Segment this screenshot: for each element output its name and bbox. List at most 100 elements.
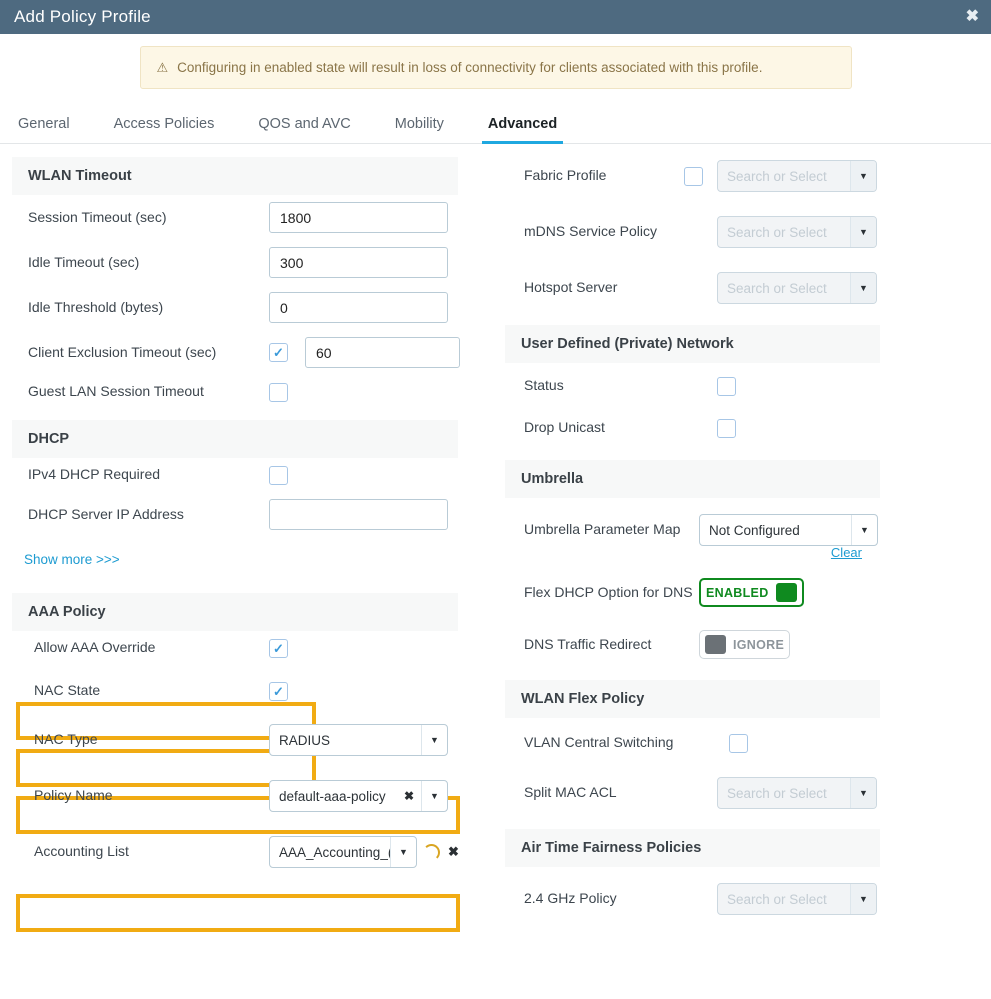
section-air-time-fairness-header: Air Time Fairness Policies [505,829,880,867]
split-mac-acl-placeholder: Search or Select [727,785,827,801]
accounting-list-label: Accounting List [34,843,129,860]
row-split-mac-acl: Split MAC ACL Search or Select ▼ [505,770,940,816]
hotspot-server-select[interactable]: Search or Select ▼ [717,272,877,304]
row-allow-aaa-override: Allow AAA Override ✓ [12,631,470,665]
dialog-title: Add Policy Profile [14,7,151,26]
row-nac-state: NAC State ✓ [12,674,470,708]
session-timeout-input[interactable] [269,202,448,233]
chevron-down-icon[interactable]: ▼ [850,217,876,247]
row-dhcp-server-ip: DHCP Server IP Address [12,492,470,537]
dhcp-server-ip-input[interactable] [269,499,448,530]
vlan-central-switching-label: VLAN Central Switching [524,734,674,751]
nac-state-checkbox[interactable]: ✓ [269,681,288,701]
client-exclusion-timeout-label: Client Exclusion Timeout (sec) [28,343,217,360]
guest-lan-session-timeout-label: Guest LAN Session Timeout [28,383,204,400]
ghz24-policy-select[interactable]: Search or Select ▼ [717,883,877,915]
hotspot-server-placeholder: Search or Select [727,280,827,296]
chevron-down-icon[interactable]: ▼ [851,515,877,545]
row-session-timeout: Session Timeout (sec) [12,195,470,240]
row-ipv4-dhcp-required: IPv4 DHCP Required ✓ [12,458,470,492]
show-more-link[interactable]: Show more >>> [24,552,120,567]
tab-general[interactable]: General [14,110,92,143]
section-dhcp-header: DHCP [12,420,458,458]
idle-timeout-input[interactable] [269,247,448,278]
chevron-down-icon[interactable]: ▼ [850,884,876,914]
section-wlan-timeout-header: WLAN Timeout [12,157,458,195]
idle-threshold-input[interactable] [269,292,448,323]
umbrella-parameter-map-value: Not Configured [709,522,800,538]
tab-qos-and-avc[interactable]: QOS and AVC [236,110,372,143]
fabric-profile-checkbox[interactable]: ✓ [684,166,703,186]
client-exclusion-timeout-input[interactable] [305,337,460,368]
row-client-exclusion-timeout: Client Exclusion Timeout (sec) ✓ [12,330,470,375]
toggle-knob [775,583,797,602]
umbrella-clear-link[interactable]: Clear [831,545,862,560]
client-exclusion-timeout-checkbox[interactable]: ✓ [269,343,288,362]
ipv4-dhcp-required-label: IPv4 DHCP Required [28,466,161,483]
accounting-list-remove-icon[interactable]: ✖ [448,844,459,860]
udn-drop-unicast-label: Drop Unicast [524,419,605,436]
udn-status-label: Status [524,377,564,394]
clear-icon[interactable]: ✖ [404,781,421,811]
tab-access-policies[interactable]: Access Policies [92,110,237,143]
nac-type-label: NAC Type [34,731,98,748]
dhcp-server-ip-label: DHCP Server IP Address [28,505,184,522]
nac-type-value: RADIUS [279,732,331,748]
allow-aaa-override-checkbox[interactable]: ✓ [269,638,288,658]
advanced-tab-panel: WLAN Timeout Session Timeout (sec) Idle … [0,144,991,932]
check-icon: ✓ [273,345,284,360]
ghz24-policy-label: 2.4 GHz Policy [524,890,617,907]
row-udn-status: Status ✓ [505,369,940,403]
guest-lan-session-timeout-checkbox[interactable]: ✓ [269,382,288,402]
close-icon[interactable]: ✖ [966,9,979,25]
split-mac-acl-select[interactable]: Search or Select ▼ [717,777,877,809]
hotspot-server-label: Hotspot Server [524,279,618,296]
chevron-down-icon[interactable]: ▼ [390,837,416,867]
udn-drop-unicast-checkbox[interactable]: ✓ [717,418,736,438]
highlight-accounting-list [16,894,460,932]
accounting-list-value: AAA_Accounting_( [279,844,390,860]
dns-traffic-redirect-state: IGNORE [733,637,785,652]
fabric-profile-select[interactable]: Search or Select ▼ [717,160,877,192]
tab-bar: General Access Policies QOS and AVC Mobi… [0,110,991,144]
chevron-down-icon[interactable]: ▼ [850,161,876,191]
row-udn-drop-unicast: Drop Unicast ✓ [505,411,940,445]
policy-name-select[interactable]: default-aaa-policy ✖ ▼ [269,780,448,812]
tab-advanced[interactable]: Advanced [466,110,579,144]
chevron-down-icon[interactable]: ▼ [850,273,876,303]
section-aaa-policy-header: AAA Policy [12,593,458,631]
nac-state-label: NAC State [34,682,101,699]
chevron-down-icon[interactable]: ▼ [850,778,876,808]
row-fabric-profile: Fabric Profile ✓ Search or Select ▼ [505,157,940,199]
allow-aaa-override-label: Allow AAA Override [34,639,156,656]
nac-type-select[interactable]: RADIUS ▼ [269,724,448,756]
udn-status-checkbox[interactable]: ✓ [717,376,736,396]
chevron-down-icon[interactable]: ▼ [421,725,447,755]
section-umbrella-header: Umbrella [505,460,880,498]
row-policy-name: Policy Name default-aaa-policy ✖ ▼ [12,773,470,819]
row-mdns-service-policy: mDNS Service Policy Search or Select ▼ [505,209,940,255]
umbrella-parameter-map-select[interactable]: Not Configured ▼ [699,514,878,546]
dns-traffic-redirect-toggle[interactable]: IGNORE [699,630,791,659]
show-more-link-wrap: Show more >>> [12,537,470,569]
section-udn-header: User Defined (Private) Network [505,325,880,363]
chevron-down-icon[interactable]: ▼ [421,781,447,811]
row-vlan-central-switching: VLAN Central Switching ✓ [505,726,940,760]
accounting-list-select[interactable]: AAA_Accounting_( ▼ [269,836,417,868]
mdns-service-policy-select[interactable]: Search or Select ▼ [717,216,877,248]
mdns-service-policy-placeholder: Search or Select [727,224,827,240]
ipv4-dhcp-required-checkbox[interactable]: ✓ [269,465,288,485]
row-nac-type: NAC Type RADIUS ▼ [12,717,470,763]
warning-banner: ⚠ Configuring in enabled state will resu… [139,46,852,89]
flex-dhcp-option-toggle[interactable]: ENABLED [699,578,804,607]
dialog-title-bar: Add Policy Profile ✖ [0,0,991,34]
split-mac-acl-label: Split MAC ACL [524,784,617,801]
flex-dhcp-option-state: ENABLED [706,585,769,600]
row-hotspot-server: Hotspot Server Search or Select ▼ [505,265,940,311]
row-umbrella-parameter-map: Umbrella Parameter Map Not Configured ▼ … [505,507,940,560]
row-flex-dhcp-option-for-dns: Flex DHCP Option for DNS ENABLED [505,571,940,614]
vlan-central-switching-checkbox[interactable]: ✓ [729,733,748,753]
right-column: Fabric Profile ✓ Search or Select ▼ mDNS… [470,157,940,922]
mdns-service-policy-label: mDNS Service Policy [524,223,658,240]
tab-mobility[interactable]: Mobility [373,110,466,143]
